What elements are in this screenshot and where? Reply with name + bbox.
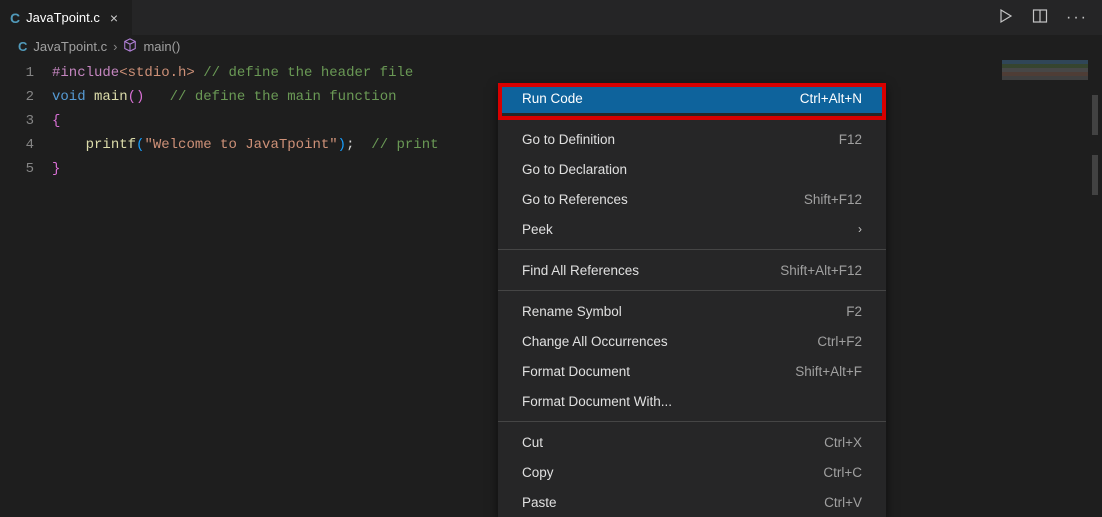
menu-item-shortcut: F12 (839, 132, 862, 147)
menu-item-shortcut: Ctrl+V (824, 495, 862, 510)
scroll-marker (1092, 155, 1098, 195)
menu-item[interactable]: Format Document Shift+Alt+F (498, 356, 886, 386)
menu-item-shortcut: Shift+Alt+F12 (780, 263, 862, 278)
menu-item-shortcut: Shift+F12 (804, 192, 862, 207)
menu-item-label: Change All Occurrences (522, 334, 668, 349)
menu-item-label: Paste (522, 495, 557, 510)
menu-item[interactable]: Change All Occurrences Ctrl+F2 (498, 326, 886, 356)
menu-item[interactable]: Go to Definition F12 (498, 124, 886, 154)
menu-item-shortcut: F2 (846, 304, 862, 319)
menu-item-shortcut: Ctrl+F2 (817, 334, 862, 349)
menu-item[interactable]: Format Document With... (498, 386, 886, 416)
menu-item[interactable]: Go to Declaration (498, 154, 886, 184)
breadcrumb[interactable]: C JavaTpoint.c › main() (0, 35, 1102, 57)
minimap[interactable] (1002, 60, 1088, 88)
breadcrumb-file: JavaTpoint.c (33, 39, 107, 54)
menu-separator (498, 290, 886, 291)
scrollbar[interactable] (1088, 35, 1102, 510)
menu-item[interactable]: Peek › (498, 214, 886, 244)
menu-item[interactable]: Cut Ctrl+X (498, 427, 886, 457)
more-actions-icon[interactable]: ··· (1066, 9, 1088, 27)
tab-bar: C JavaTpoint.c × ··· (0, 0, 1102, 35)
menu-item-shortcut: Shift+Alt+F (795, 364, 862, 379)
chevron-right-icon: › (113, 39, 117, 54)
code-line: 1 #include<stdio.h> // define the header… (0, 61, 1102, 85)
menu-item[interactable]: Run Code Ctrl+Alt+N (498, 83, 886, 113)
menu-item-label: Go to Declaration (522, 162, 627, 177)
menu-item[interactable]: Find All References Shift+Alt+F12 (498, 255, 886, 285)
c-file-icon: C (18, 39, 27, 54)
close-icon[interactable]: × (106, 10, 122, 26)
menu-item-label: Copy (522, 465, 554, 480)
menu-item-label: Go to References (522, 192, 628, 207)
menu-item-label: Run Code (522, 91, 583, 106)
menu-item-label: Find All References (522, 263, 639, 278)
context-menu: Run CodeCtrl+Alt+NGo to DefinitionF12Go … (498, 83, 886, 517)
menu-item[interactable]: Rename Symbol F2 (498, 296, 886, 326)
menu-separator (498, 118, 886, 119)
line-number: 3 (0, 109, 52, 133)
menu-item[interactable]: Copy Ctrl+C (498, 457, 886, 487)
line-number: 1 (0, 61, 52, 85)
menu-item-label: Peek (522, 222, 553, 237)
menu-separator (498, 249, 886, 250)
run-icon[interactable] (998, 8, 1014, 27)
menu-item-label: Cut (522, 435, 543, 450)
chevron-right-icon: › (858, 222, 862, 236)
breadcrumb-symbol: main() (143, 39, 180, 54)
editor-tab[interactable]: C JavaTpoint.c × (0, 0, 133, 35)
scroll-marker (1092, 95, 1098, 135)
menu-item-shortcut: Ctrl+X (824, 435, 862, 450)
menu-item[interactable]: Go to References Shift+F12 (498, 184, 886, 214)
menu-item-label: Go to Definition (522, 132, 615, 147)
menu-item-label: Rename Symbol (522, 304, 622, 319)
menu-item-shortcut: Ctrl+Alt+N (800, 91, 862, 106)
line-number: 4 (0, 133, 52, 157)
menu-item-label: Format Document (522, 364, 630, 379)
menu-separator (498, 421, 886, 422)
c-file-icon: C (10, 10, 20, 26)
symbol-icon (123, 38, 137, 55)
menu-item-label: Format Document With... (522, 394, 672, 409)
split-editor-icon[interactable] (1032, 8, 1048, 27)
menu-item-shortcut: Ctrl+C (823, 465, 862, 480)
tab-filename: JavaTpoint.c (26, 10, 100, 25)
line-number: 5 (0, 157, 52, 181)
tab-actions: ··· (998, 0, 1102, 35)
line-number: 2 (0, 85, 52, 109)
menu-item[interactable]: Paste Ctrl+V (498, 487, 886, 517)
